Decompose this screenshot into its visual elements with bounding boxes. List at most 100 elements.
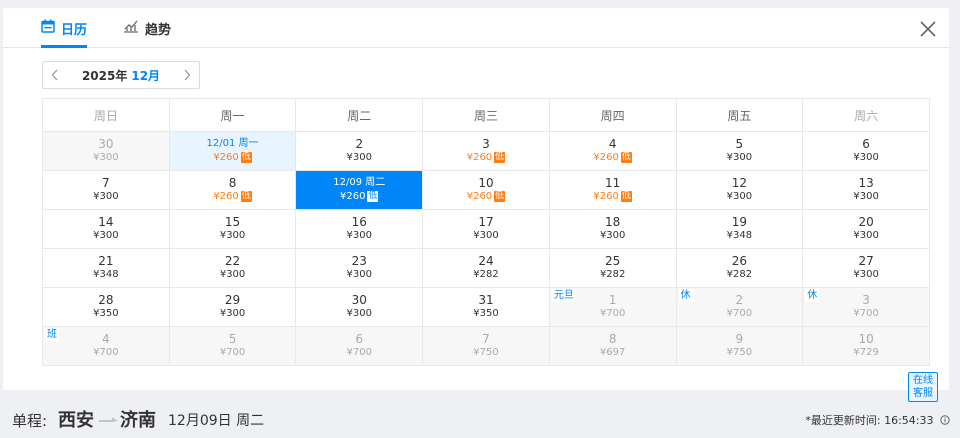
day-label: 5 — [228, 332, 237, 346]
calendar-day-cell[interactable]: 16 ¥300 — [295, 209, 424, 249]
calendar-day-cell[interactable]: 休 3 ¥700 — [802, 287, 930, 327]
calendar-panel: 日历 趋势 2025年 12月 周日 周一 周二 周三 周四 周五 周六 30 … — [3, 8, 949, 390]
calendar-day-cell[interactable]: 3 ¥260 低 — [422, 131, 550, 171]
calendar-day-cell[interactable]: 8 ¥697 — [548, 326, 677, 366]
price-line: ¥282 — [423, 268, 549, 282]
calendar-day-cell[interactable]: 2 ¥300 — [295, 131, 424, 171]
price-line: ¥700 — [550, 307, 676, 321]
price-value: ¥282 — [726, 269, 753, 280]
calendar-day-cell[interactable]: 7 ¥750 — [422, 326, 550, 366]
calendar-day-cell[interactable]: 22 ¥300 — [168, 248, 297, 288]
calendar-day-cell[interactable]: 12/09 周二 ¥260 低 — [295, 170, 424, 210]
day-label: 9 — [735, 332, 744, 346]
calendar-day-cell[interactable]: 28 ¥350 — [42, 287, 170, 327]
price-line: ¥700 — [296, 346, 422, 360]
tab-trend[interactable]: 趋势 — [123, 8, 171, 48]
day-label: 2 — [735, 293, 744, 307]
info-icon[interactable] — [940, 415, 950, 425]
online-service-button[interactable]: 在线客服 — [908, 372, 938, 402]
calendar-day-cell[interactable]: 6 ¥300 — [802, 131, 930, 171]
calendar-day-cell[interactable]: 18 ¥300 — [548, 209, 677, 249]
price-line: ¥300 — [170, 268, 296, 282]
price-line: ¥300 — [170, 229, 296, 243]
price-line: ¥300 — [43, 229, 169, 243]
price-line: ¥348 — [43, 268, 169, 282]
day-label: 24 — [478, 254, 494, 268]
calendar-day-cell[interactable]: 休 2 ¥700 — [675, 287, 804, 327]
day-label: 4 — [102, 332, 110, 346]
price-value: ¥350 — [93, 308, 119, 319]
price-line: ¥300 — [43, 151, 169, 165]
calendar-day-cell[interactable]: 8 ¥260 低 — [168, 170, 297, 210]
calendar-day-cell[interactable]: 31 ¥350 — [422, 287, 550, 327]
day-label: 16 — [351, 215, 367, 229]
calendar-day-cell[interactable]: 10 ¥729 — [802, 326, 930, 366]
calendar-day-cell[interactable]: 6 ¥700 — [295, 326, 424, 366]
calendar-day-cell[interactable]: 11 ¥260 低 — [548, 170, 677, 210]
calendar-day-cell[interactable]: 20 ¥300 — [802, 209, 930, 249]
day-label: 25 — [605, 254, 621, 268]
day-label: 18 — [605, 215, 621, 229]
day-label: 10 — [478, 176, 494, 190]
calendar-day-cell[interactable]: 12/01 周一 ¥260 低 — [168, 131, 297, 171]
calendar-day-cell[interactable]: 10 ¥260 低 — [422, 170, 550, 210]
tab-calendar[interactable]: 日历 — [41, 8, 88, 48]
calendar-day-cell[interactable]: 26 ¥282 — [675, 248, 804, 288]
day-label: 30 — [98, 137, 114, 151]
price-line: ¥260 低 — [423, 190, 549, 204]
day-label: 29 — [224, 293, 241, 307]
next-month-button[interactable] — [175, 62, 199, 88]
calendar-day-cell[interactable]: 元旦 1 ¥700 — [548, 287, 677, 327]
calendar-day-cell[interactable]: 5 ¥300 — [675, 131, 804, 171]
holiday-tag: 休 — [805, 289, 820, 302]
calendar-day-cell[interactable]: 27 ¥300 — [802, 248, 930, 288]
calendar-day-cell[interactable]: 19 ¥348 — [675, 209, 804, 249]
price-line: ¥750 — [677, 346, 803, 360]
calendar-day-cell[interactable]: 29 ¥300 — [168, 287, 297, 327]
calendar-day-cell[interactable]: 12 ¥300 — [675, 170, 804, 210]
price-value: ¥300 — [726, 152, 753, 163]
year-label: 2025年 — [81, 68, 128, 83]
calendar-day-cell[interactable]: 15 ¥300 — [168, 209, 297, 249]
calendar-day-cell[interactable]: 14 ¥300 — [42, 209, 170, 249]
calendar-day-cell[interactable]: 30 ¥300 — [295, 287, 424, 327]
calendar-icon — [41, 19, 55, 37]
calendar-day-cell[interactable]: 17 ¥300 — [422, 209, 550, 249]
day-label: 7 — [102, 176, 110, 190]
calendar-day-cell[interactable]: 7 ¥300 — [42, 170, 170, 210]
low-price-badge: 低 — [620, 191, 632, 202]
calendar-week-row: 14 ¥300 15 ¥300 16 ¥300 17 ¥300 18 ¥300 19 ¥348 20 ¥3… — [42, 209, 930, 249]
price-line: ¥282 — [677, 268, 803, 282]
calendar-day-cell[interactable]: 25 ¥282 — [548, 248, 677, 288]
price-line: ¥697 — [550, 346, 676, 360]
price-line: ¥750 — [423, 346, 549, 360]
price-line: ¥300 — [803, 268, 929, 282]
price-value: ¥282 — [473, 269, 499, 280]
holiday-tag: 班 — [45, 328, 59, 341]
close-icon[interactable] — [917, 18, 939, 40]
calendar-day-cell[interactable]: 24 ¥282 — [422, 248, 550, 288]
price-line: ¥300 — [170, 307, 296, 321]
price-value: ¥729 — [853, 347, 879, 358]
weekday-label: 周一 — [168, 98, 297, 132]
calendar-week-row: 班 4 ¥700 5 ¥700 6 ¥700 7 ¥750 8 ¥697 9 ¥750 10 ¥729 — [42, 326, 930, 366]
price-value: ¥300 — [853, 152, 879, 163]
price-value: ¥348 — [93, 269, 119, 280]
low-price-badge: 低 — [620, 152, 632, 163]
calendar-day-cell[interactable]: 9 ¥750 — [675, 326, 804, 366]
calendar-day-cell[interactable]: 班 4 ¥700 — [42, 326, 170, 366]
calendar-day-cell[interactable]: 23 ¥300 — [295, 248, 424, 288]
holiday-tag: 休 — [678, 289, 693, 302]
calendar-day-cell[interactable]: 21 ¥348 — [42, 248, 170, 288]
calendar-day-cell[interactable]: 13 ¥300 — [802, 170, 930, 210]
trend-chart-icon — [123, 19, 139, 37]
calendar-day-cell[interactable]: 4 ¥260 低 — [548, 131, 677, 171]
chevron-left-icon — [51, 69, 58, 81]
price-line: ¥260 低 — [550, 190, 676, 204]
calendar-day-cell[interactable]: 5 ¥700 — [168, 326, 297, 366]
prev-month-button[interactable] — [43, 62, 67, 88]
price-value: ¥697 — [599, 347, 626, 358]
price-value: ¥260 — [213, 191, 239, 202]
calendar-day-cell[interactable]: 30 ¥300 — [42, 131, 170, 171]
price-line: ¥350 — [423, 307, 549, 321]
